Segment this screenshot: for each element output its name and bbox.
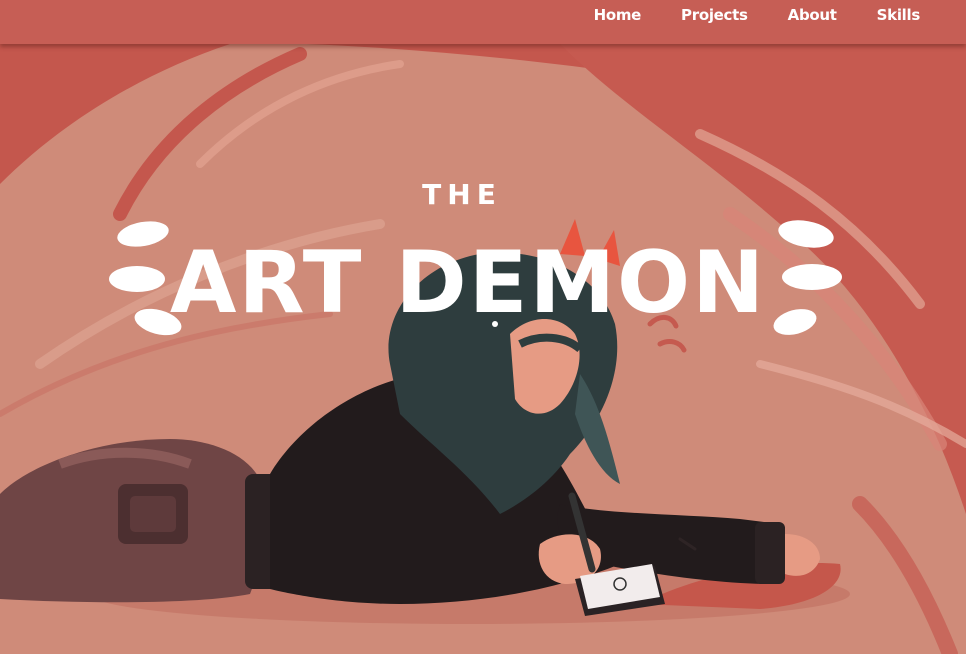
pocket-inner [130,496,176,532]
nav-link-projects[interactable]: Projects [661,6,768,24]
logo-art-demon: ART DEMON [170,233,766,333]
logo-petal-right-2 [782,264,842,290]
nav-link-skills[interactable]: Skills [857,6,940,24]
hoodie-cuff-right [755,522,785,584]
page: Home Projects About Skills THE ART DEMON [0,0,966,654]
nav-link-about[interactable]: About [768,6,857,24]
hero-banner: THE ART DEMON [0,44,966,654]
logo-petal-left-2 [109,266,165,292]
nav-links: Home Projects About Skills [574,0,940,30]
hero-illustration: THE ART DEMON [0,44,966,654]
top-navbar: Home Projects About Skills [0,0,966,44]
logo-the: THE [422,178,502,211]
nav-link-home[interactable]: Home [574,6,661,24]
